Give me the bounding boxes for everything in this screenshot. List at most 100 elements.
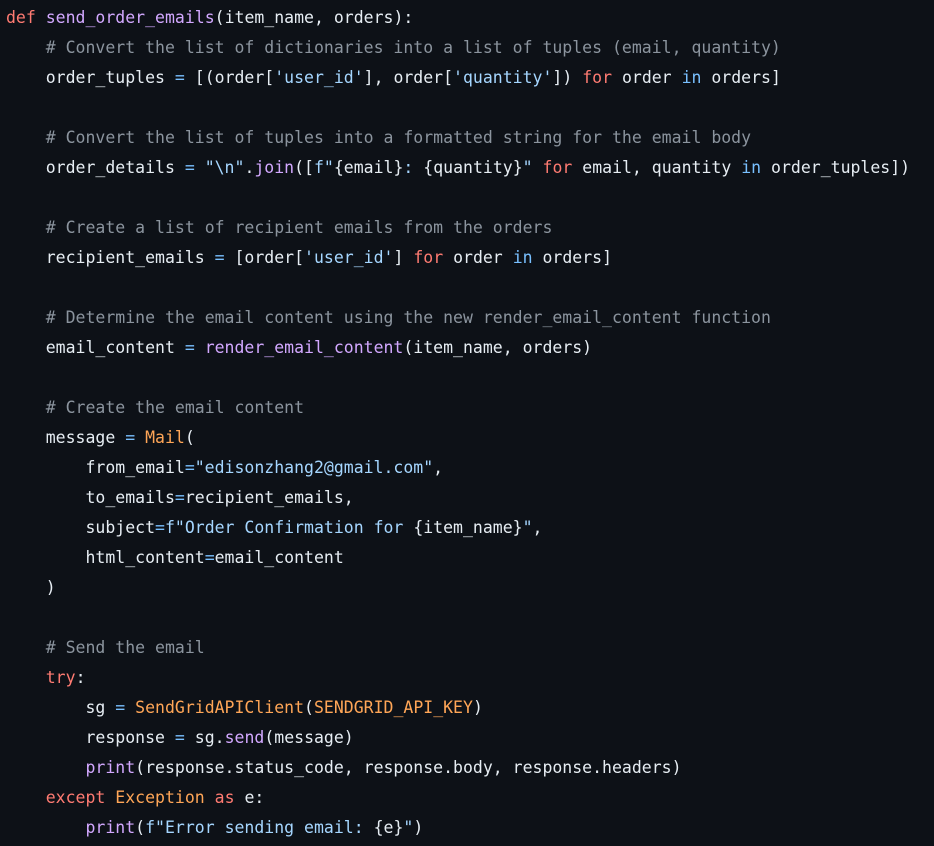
code-line: # Send the email (6, 633, 934, 663)
code-token: , (532, 518, 543, 537)
code-token: orders] (532, 248, 613, 267)
code-line: email_content = render_email_content(ite… (6, 333, 934, 363)
code-token: ], order[ (363, 68, 454, 87)
code-line: except Exception as e: (6, 783, 934, 813)
code-token: [(order[ (184, 68, 275, 87)
code-token: (item_name, orders) (403, 338, 593, 357)
code-token: email_content (6, 338, 185, 357)
code-line: # Convert the list of tuples into a form… (6, 123, 934, 153)
code-token: = (204, 548, 215, 567)
code-token: for (542, 158, 573, 177)
code-token: e: (234, 788, 265, 807)
code-token: as (214, 788, 235, 807)
code-token: = (115, 698, 126, 717)
code-token: Mail (145, 428, 185, 447)
code-token: to_emails (6, 488, 175, 507)
code-token: (item_name, orders): (214, 8, 414, 27)
code-token: sg (6, 698, 116, 717)
code-token: {email} (333, 158, 404, 177)
code-token: = (184, 158, 195, 177)
code-token: email, quantity (572, 158, 742, 177)
code-token: join (254, 158, 295, 177)
code-token: print (85, 758, 136, 777)
code-token: send_order_emails (45, 8, 215, 27)
code-token: in (512, 248, 533, 267)
code-token: 'quantity' (453, 68, 553, 87)
code-token: ( (135, 818, 146, 837)
code-token: SENDGRID_API_KEY (313, 698, 473, 717)
code-token: send (224, 728, 265, 747)
code-token: # Create the email content (45, 398, 305, 417)
code-token: order (443, 248, 513, 267)
code-token: ) (6, 578, 56, 597)
code-token: = (174, 488, 185, 507)
code-line: # Convert the list of dictionaries into … (6, 33, 934, 63)
code-editor[interactable]: def send_order_emails(item_name, orders)… (0, 0, 934, 846)
code-token: subject (6, 518, 156, 537)
code-token: " (403, 818, 414, 837)
code-token: recipient_emails (6, 248, 215, 267)
code-token: " (522, 518, 533, 537)
code-token: ) (413, 818, 424, 837)
code-token: email_content (214, 548, 344, 567)
code-line: # Determine the email content using the … (6, 303, 934, 333)
code-line: subject=f"Order Confirmation for {item_n… (6, 513, 934, 543)
code-token: ] (393, 248, 414, 267)
code-token: f" (314, 158, 334, 177)
code-line: from_email="edisonzhang2@gmail.com", (6, 453, 934, 483)
code-line: to_emails=recipient_emails, (6, 483, 934, 513)
code-line: ) (6, 573, 934, 603)
code-token: f"Order Confirmation for (164, 518, 414, 537)
code-token: in (681, 68, 702, 87)
code-token: = (174, 68, 185, 87)
code-line: html_content=email_content (6, 543, 934, 573)
code-token: recipient_emails, (184, 488, 354, 507)
code-token: (response.status_code, response.body, re… (135, 758, 682, 777)
code-token: for (582, 68, 613, 87)
code-line: try: (6, 663, 934, 693)
code-line: # Create a list of recipient emails from… (6, 213, 934, 243)
code-line: response = sg.send(message) (6, 723, 934, 753)
code-token: f"Error sending email: (145, 818, 374, 837)
code-line: print(response.status_code, response.bod… (6, 753, 934, 783)
code-token: = (184, 338, 195, 357)
code-token: # Create a list of recipient emails from… (45, 218, 553, 237)
code-token: html_content (6, 548, 205, 567)
code-token: "edisonzhang2@gmail.com" (194, 458, 434, 477)
code-token: = (174, 728, 185, 747)
code-token: ([ (294, 158, 314, 177)
code-token: : (75, 668, 86, 687)
code-line: def send_order_emails(item_name, orders)… (6, 3, 934, 33)
code-token: ) (472, 698, 483, 717)
code-token: (message) (264, 728, 354, 747)
code-token: order_tuples]) (761, 158, 911, 177)
code-token: Exception (115, 788, 205, 807)
code-token: = (155, 518, 165, 537)
code-token: = (125, 428, 136, 447)
code-token: def (6, 8, 36, 27)
code-token: . (244, 158, 255, 177)
code-token: except (45, 788, 106, 807)
code-line: print(f"Error sending email: {e}") (6, 813, 934, 843)
code-token: render_email_content (204, 338, 404, 357)
code-token: # Convert the list of tuples into a form… (45, 128, 752, 147)
code-token: from_email (6, 458, 185, 477)
code-token: [order[ (224, 248, 305, 267)
